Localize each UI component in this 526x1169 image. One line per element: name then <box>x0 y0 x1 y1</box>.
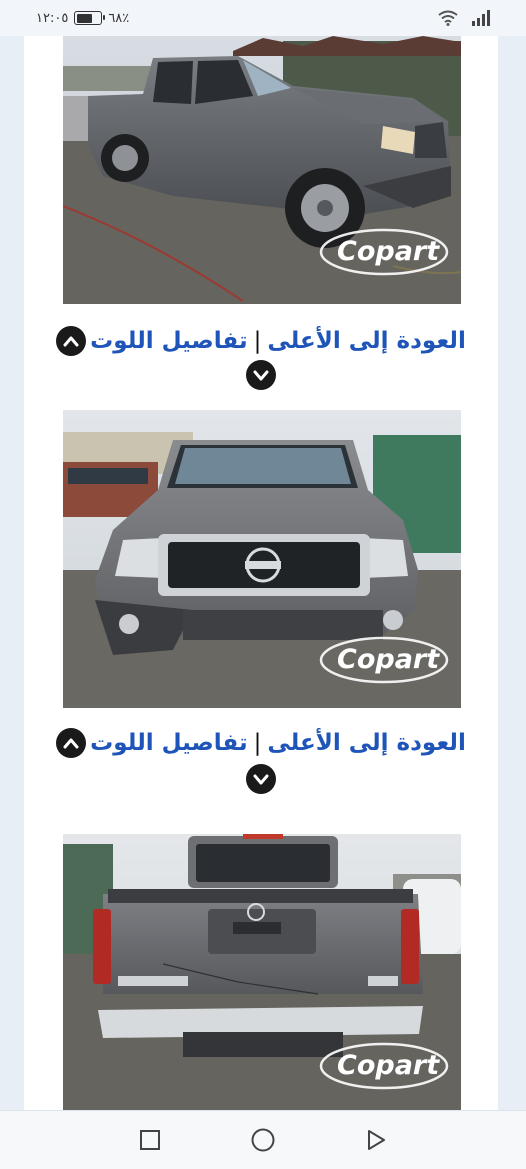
chevron-down-circle-icon[interactable] <box>246 764 276 794</box>
wifi-icon <box>438 10 458 26</box>
down-row-1 <box>24 360 498 390</box>
chevron-up-circle-icon[interactable] <box>56 728 87 758</box>
photo-nav-links-1: العودة إلى الأعلى | تفاصيل اللوت <box>24 324 498 358</box>
lot-details-link[interactable]: تفاصيل اللوت <box>90 730 247 756</box>
down-row-2 <box>24 764 498 794</box>
triangle-back-icon[interactable] <box>364 1128 388 1152</box>
system-navigation-bar <box>0 1110 526 1169</box>
back-to-top-link[interactable]: العودة إلى الأعلى <box>267 730 466 756</box>
status-left: ١٢:٠٥ ٦٨٪ <box>36 11 129 26</box>
chevron-down-circle-icon[interactable] <box>246 360 276 390</box>
vehicle-photo-front[interactable]: Copart <box>63 410 461 708</box>
signal-icon <box>472 10 490 26</box>
vehicle-photo-rear[interactable]: Copart <box>63 834 461 1110</box>
page-content: Copart العودة إلى الأعلى | تفاصيل اللوت <box>24 36 498 1110</box>
lot-details-link[interactable]: تفاصيل اللوت <box>90 328 247 354</box>
copart-watermark: Copart <box>337 236 440 267</box>
photo-nav-links-2: العودة إلى الأعلى | تفاصيل اللوت <box>24 726 498 760</box>
status-right <box>438 10 490 26</box>
vehicle-photo-side[interactable]: Copart <box>63 36 461 304</box>
status-bar: ١٢:٠٥ ٦٨٪ <box>0 0 526 36</box>
chevron-up-circle-icon[interactable] <box>56 326 87 356</box>
battery-percent: ٦٨٪ <box>108 10 130 26</box>
battery-icon <box>74 11 106 25</box>
clock: ١٢:٠٥ <box>36 10 69 26</box>
link-separator: | <box>253 328 262 354</box>
back-to-top-link[interactable]: العودة إلى الأعلى <box>267 328 466 354</box>
square-recents-icon[interactable] <box>138 1128 162 1152</box>
copart-watermark: Copart <box>337 644 440 675</box>
link-separator: | <box>253 730 262 756</box>
copart-watermark: Copart <box>337 1050 440 1081</box>
circle-home-icon[interactable] <box>250 1127 276 1153</box>
